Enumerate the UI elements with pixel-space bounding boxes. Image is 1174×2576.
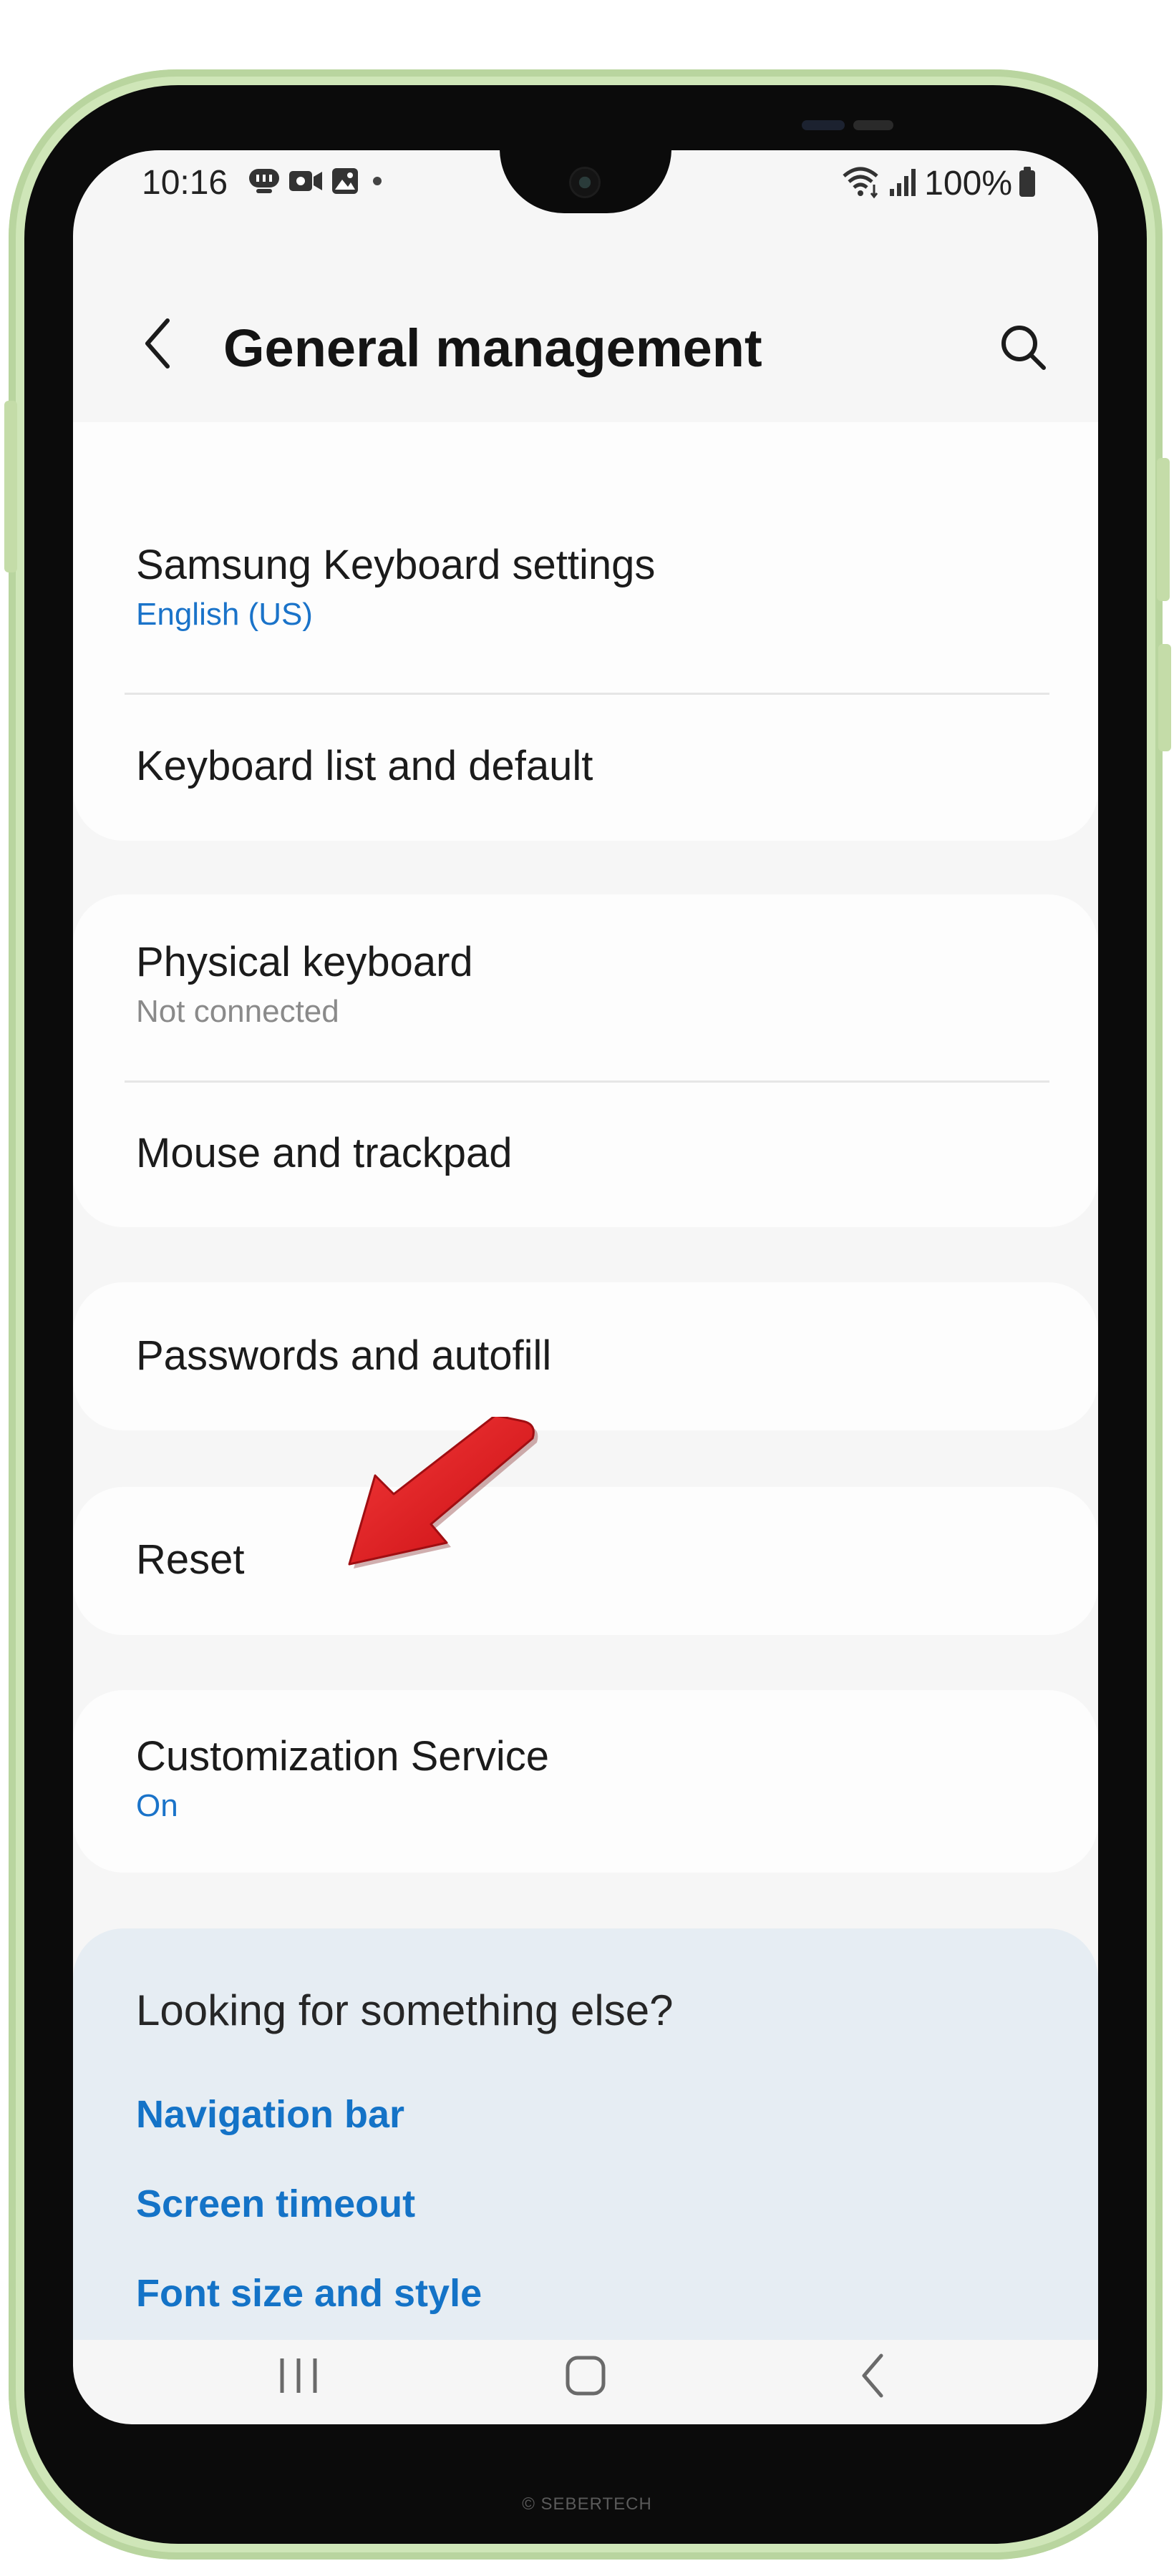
suggestion-font-size-and-style[interactable]: Font size and style [136, 2271, 482, 2316]
screen: 10:16 100% General management Samsung Ke… [73, 150, 1098, 2424]
home-button[interactable] [546, 2340, 625, 2411]
item-title: Passwords and autofill [136, 1332, 552, 1379]
back-icon [862, 2353, 883, 2398]
gallery-icon [331, 167, 359, 195]
search-icon [1001, 326, 1046, 370]
item-subtitle: On [136, 1787, 178, 1823]
battery-percent: 100% [924, 164, 1012, 203]
status-time: 10:16 [142, 164, 228, 202]
item-title: Reset [136, 1536, 245, 1583]
nav-back-button[interactable] [833, 2340, 912, 2411]
status-bar: 10:16 100% [73, 150, 1098, 222]
settings-list[interactable]: Samsung Keyboard settings English (US) K… [73, 422, 1098, 2340]
item-title: Customization Service [136, 1733, 549, 1780]
reset[interactable]: Reset [136, 1535, 1055, 1585]
customization-service[interactable]: Customization Service On [136, 1732, 1055, 1825]
samsung-keyboard-settings[interactable]: Samsung Keyboard settings English (US) [136, 540, 1055, 633]
red-arrow-icon [348, 1417, 538, 1568]
keyboard-list-and-default[interactable]: Keyboard list and default [136, 741, 1055, 791]
volume-button [1158, 644, 1171, 751]
back-button[interactable] [129, 315, 186, 372]
signal-icon [888, 166, 918, 201]
power-button [1157, 458, 1170, 601]
bixby-vision-icon [248, 166, 281, 196]
item-subtitle: English (US) [136, 596, 313, 632]
battery-icon [1018, 165, 1037, 202]
earpiece [802, 120, 845, 130]
sensor [853, 120, 893, 130]
divider [125, 1080, 1049, 1083]
video-call-icon [288, 167, 324, 195]
physical-keyboard[interactable]: Physical keyboard Not connected [136, 937, 1055, 1030]
recents-icon [280, 2358, 317, 2393]
suggestions-heading: Looking for something else? [136, 1986, 674, 2034]
app-bar: General management [73, 301, 1098, 386]
wifi-icon [841, 165, 883, 203]
dot-icon [367, 167, 388, 195]
system-icons: 100% [841, 165, 1037, 203]
suggestion-navigation-bar[interactable]: Navigation bar [136, 2092, 404, 2137]
item-title: Physical keyboard [136, 939, 473, 985]
mouse-and-trackpad[interactable]: Mouse and trackpad [136, 1128, 1055, 1179]
item-subtitle: Not connected [136, 993, 339, 1029]
watermark: © SEBERTECH [522, 2494, 652, 2514]
side-key [4, 401, 17, 572]
divider [125, 693, 1049, 695]
navigation-bar [73, 2326, 1098, 2424]
recents-button[interactable] [259, 2340, 338, 2411]
item-title: Mouse and trackpad [136, 1130, 513, 1176]
passwords-and-autofill[interactable]: Passwords and autofill [136, 1331, 1055, 1381]
chevron-left-icon [145, 318, 170, 369]
item-title: Samsung Keyboard settings [136, 542, 656, 588]
notification-icons [248, 166, 388, 196]
item-title: Keyboard list and default [136, 743, 593, 789]
search-button[interactable] [991, 315, 1055, 379]
home-icon [566, 2356, 606, 2396]
suggestion-screen-timeout[interactable]: Screen timeout [136, 2182, 415, 2226]
page-title: General management [223, 318, 762, 378]
